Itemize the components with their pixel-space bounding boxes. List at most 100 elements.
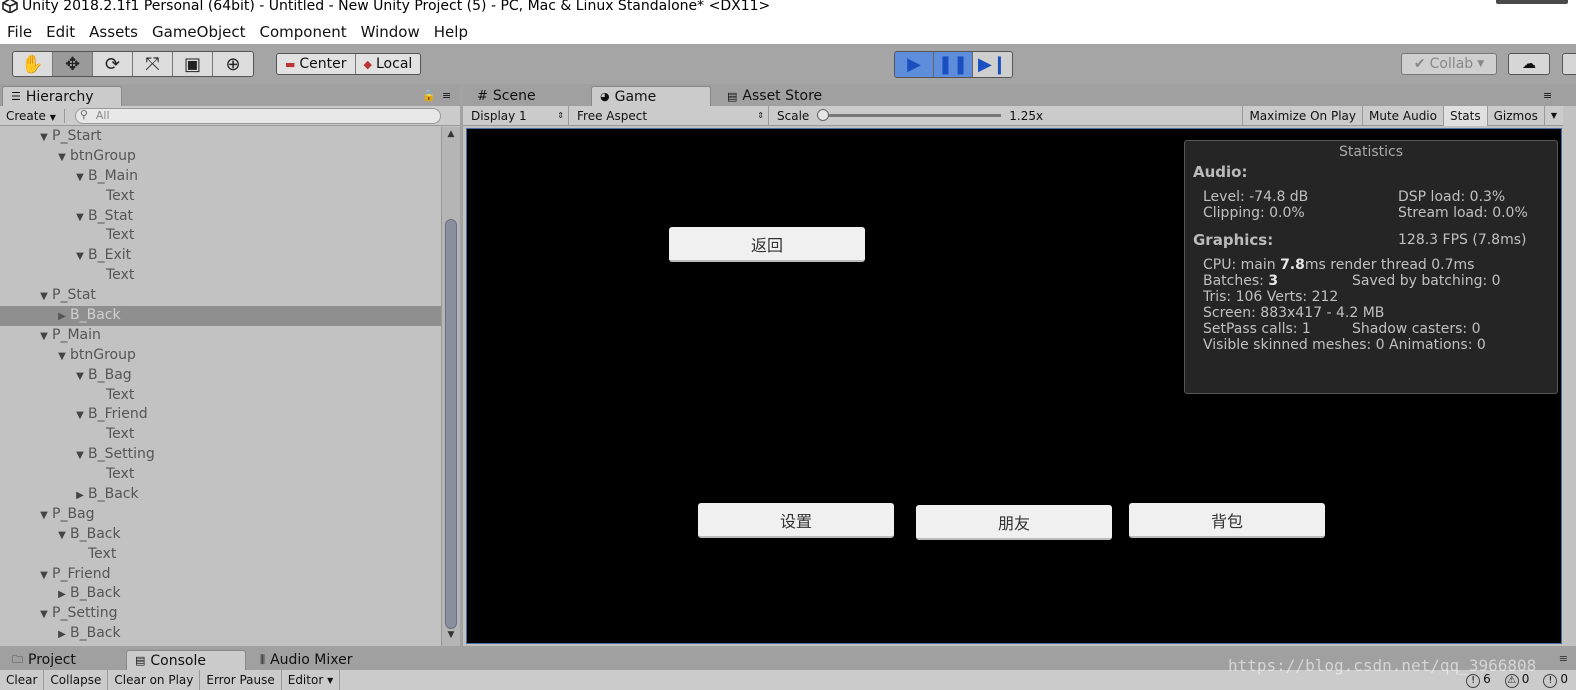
- tab-audio-mixer[interactable]: ⫼ Audio Mixer: [252, 650, 361, 670]
- scroll-down-icon[interactable]: ▼: [442, 630, 460, 644]
- gizmos-arrow[interactable]: ▼: [1543, 105, 1563, 126]
- menu-help[interactable]: Help: [427, 20, 475, 44]
- hierarchy-row[interactable]: ▼ P_Bag: [0, 505, 441, 525]
- collapsed-arrow-icon[interactable]: ▶: [54, 585, 70, 605]
- clear-button[interactable]: Clear: [0, 670, 45, 690]
- expanded-arrow-icon[interactable]: ▼: [36, 327, 52, 347]
- error-pause-toggle[interactable]: Error Pause: [200, 670, 282, 690]
- tab-asset-store[interactable]: ▤ Asset Store: [719, 86, 830, 106]
- hierarchy-row[interactable]: ▼ btnGroup: [0, 346, 441, 366]
- hierarchy-row[interactable]: ▼ P_Main: [0, 326, 441, 346]
- expanded-arrow-icon[interactable]: ▼: [36, 506, 52, 526]
- aspect-dropdown[interactable]: Free Aspect ⇕: [569, 105, 769, 126]
- expanded-arrow-icon[interactable]: ▼: [72, 367, 88, 387]
- menu-gameobject[interactable]: GameObject: [145, 20, 253, 44]
- expanded-arrow-icon[interactable]: ▼: [54, 526, 70, 546]
- rect-tool-button[interactable]: ▣: [173, 52, 213, 76]
- step-button[interactable]: ▶❙: [973, 52, 1012, 77]
- move-tool-button[interactable]: ✥: [53, 52, 93, 76]
- hierarchy-row[interactable]: ▼ B_Friend: [0, 405, 441, 425]
- expanded-arrow-icon[interactable]: ▼: [36, 566, 52, 586]
- collapsed-arrow-icon[interactable]: ▶: [54, 307, 70, 327]
- panel-menu-icon[interactable]: ≡: [442, 89, 451, 102]
- hierarchy-row[interactable]: ▼ B_Setting: [0, 445, 441, 465]
- hierarchy-row[interactable]: ▶ B_Back: [0, 624, 441, 644]
- hierarchy-row[interactable]: Text: [0, 226, 441, 246]
- hierarchy-row[interactable]: ▶ B_Back: [0, 306, 441, 326]
- window-close-button[interactable]: [1496, 0, 1568, 4]
- hierarchy-row[interactable]: ▼ B_Exit: [0, 246, 441, 266]
- pivot-local-button[interactable]: ◆ Local: [356, 54, 421, 74]
- tab-scene[interactable]: # Scene: [469, 86, 544, 106]
- hierarchy-scrollbar[interactable]: ▲ ▼: [441, 127, 460, 646]
- expanded-arrow-icon[interactable]: ▼: [72, 446, 88, 466]
- transform-tool-button[interactable]: ⊕: [213, 52, 253, 76]
- gizmos-dropdown[interactable]: Gizmos: [1486, 105, 1544, 126]
- scroll-up-icon[interactable]: ▲: [442, 129, 460, 143]
- hierarchy-row[interactable]: ▼ B_Back: [0, 525, 441, 545]
- hierarchy-row[interactable]: Text: [0, 386, 441, 406]
- hierarchy-row[interactable]: ▼ P_Start: [0, 127, 441, 147]
- friend-button[interactable]: 朋友: [916, 505, 1112, 540]
- maximize-on-play-toggle[interactable]: Maximize On Play: [1242, 105, 1362, 126]
- hierarchy-row[interactable]: ▼ P_Friend: [0, 565, 441, 585]
- clear-on-play-toggle[interactable]: Clear on Play: [108, 670, 201, 690]
- expanded-arrow-icon[interactable]: ▼: [72, 247, 88, 267]
- collapsed-arrow-icon[interactable]: ▶: [54, 625, 70, 645]
- expanded-arrow-icon[interactable]: ▼: [54, 347, 70, 367]
- hierarchy-row[interactable]: Text: [0, 465, 441, 485]
- expanded-arrow-icon[interactable]: ▼: [36, 128, 52, 148]
- menu-component[interactable]: Component: [253, 20, 354, 44]
- expanded-arrow-icon[interactable]: ▼: [54, 148, 70, 168]
- cloud-button[interactable]: ☁: [1508, 53, 1550, 75]
- expanded-arrow-icon[interactable]: ▼: [36, 287, 52, 307]
- hierarchy-row[interactable]: ▶ B_Back: [0, 584, 441, 604]
- menu-file[interactable]: File: [0, 20, 39, 44]
- expanded-arrow-icon[interactable]: ▼: [72, 208, 88, 228]
- tab-game[interactable]: ◕ Game: [591, 86, 711, 106]
- play-button[interactable]: ▶: [895, 52, 934, 77]
- tab-hierarchy[interactable]: ☰ Hierarchy: [2, 86, 122, 106]
- hierarchy-row[interactable]: Text: [0, 266, 441, 286]
- hierarchy-row[interactable]: ▶ B_Back: [0, 485, 441, 505]
- pause-button[interactable]: ❚❚: [934, 52, 973, 77]
- menu-edit[interactable]: Edit: [39, 20, 82, 44]
- menu-window[interactable]: Window: [354, 20, 427, 44]
- scale-tool-button[interactable]: ⤧: [133, 52, 173, 76]
- game-view[interactable]: 返回 设置 朋友 背包 Statistics Audio: Level: -74…: [466, 128, 1562, 644]
- stats-toggle[interactable]: Stats: [1442, 105, 1487, 126]
- account-button[interactable]: [1562, 53, 1576, 75]
- panel-menu-icon[interactable]: ≡: [1543, 89, 1552, 102]
- scrollbar-thumb[interactable]: [445, 219, 457, 629]
- error-count-toggle[interactable]: ! 0: [1543, 672, 1568, 688]
- tab-project[interactable]: 🗀 Project: [4, 650, 84, 670]
- lock-icon[interactable]: 🔒: [422, 89, 436, 102]
- collapse-toggle[interactable]: Collapse: [44, 670, 109, 690]
- expanded-arrow-icon[interactable]: ▼: [72, 168, 88, 188]
- expanded-arrow-icon[interactable]: ▼: [72, 406, 88, 426]
- hierarchy-row[interactable]: ▼ B_Main: [0, 167, 441, 187]
- editor-dropdown[interactable]: Editor ▼: [282, 670, 341, 690]
- hierarchy-row[interactable]: ▼ btnGroup: [0, 147, 441, 167]
- hierarchy-search-input[interactable]: ⚲ All: [74, 107, 441, 124]
- create-dropdown[interactable]: Create ▼: [6, 108, 65, 123]
- hierarchy-row[interactable]: ▼ B_Bag: [0, 366, 441, 386]
- hand-tool-button[interactable]: ✋: [13, 52, 53, 76]
- hierarchy-row[interactable]: Text: [0, 545, 441, 565]
- scale-slider-knob[interactable]: [817, 109, 830, 121]
- menu-assets[interactable]: Assets: [82, 20, 145, 44]
- rotate-tool-button[interactable]: ⟳: [93, 52, 133, 76]
- back-button[interactable]: 返回: [669, 227, 865, 262]
- hierarchy-row[interactable]: Text: [0, 187, 441, 207]
- collapsed-arrow-icon[interactable]: ▶: [72, 486, 88, 506]
- tab-console[interactable]: ▤ Console: [126, 650, 246, 670]
- hierarchy-row[interactable]: Text: [0, 425, 441, 445]
- display-dropdown[interactable]: Display 1 ⇕: [463, 105, 569, 126]
- setting-button[interactable]: 设置: [698, 503, 894, 538]
- hierarchy-row[interactable]: ▼ B_Stat: [0, 207, 441, 227]
- panel-menu-icon[interactable]: ≡: [1559, 652, 1568, 665]
- hierarchy-row[interactable]: ▼ P_Stat: [0, 286, 441, 306]
- hierarchy-row[interactable]: ▼ P_Setting: [0, 604, 441, 624]
- bag-button[interactable]: 背包: [1129, 503, 1325, 538]
- collab-button[interactable]: ✔ Collab ▼: [1401, 53, 1497, 75]
